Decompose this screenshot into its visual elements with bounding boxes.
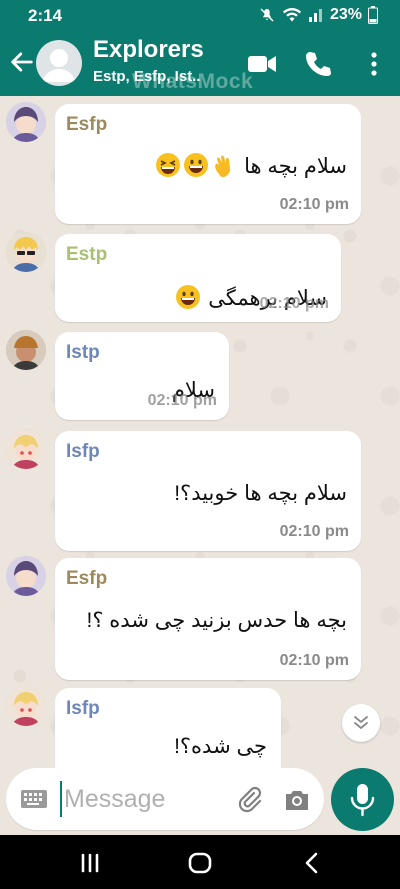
chat-header: Explorers Estp, Esfp, Ist.. WhatsMock: [0, 32, 400, 96]
avatar[interactable]: [6, 102, 46, 142]
back-nav-icon[interactable]: [298, 849, 326, 877]
battery-icon: [368, 6, 378, 24]
phone-call-icon[interactable]: [302, 48, 334, 80]
watermark: WhatsMock: [132, 70, 254, 93]
signal-icon: [308, 9, 322, 22]
avatar[interactable]: [6, 686, 46, 726]
message-bubble[interactable]: Esfp بچه ها حدس بزنید چی شده ؟! 02:10 pm: [55, 558, 361, 680]
chat-area[interactable]: Esfp سلام بچه ها 02:10 pm Estp سلام برهم…: [0, 96, 400, 768]
message-text-body: چی شده؟!: [174, 735, 267, 758]
message-text: سلام بچه ها خوبید؟!: [174, 481, 347, 506]
message-composer: [6, 768, 324, 830]
message-time: 02:10 pm: [259, 295, 329, 312]
system-nav-bar: [0, 835, 400, 889]
message-text: سلام بچه ها: [154, 152, 347, 179]
avatar[interactable]: [6, 429, 46, 469]
avatar[interactable]: [6, 330, 46, 370]
message-sender: Isfp: [66, 698, 100, 719]
waving-hand-emoji-icon: [215, 155, 231, 177]
message-bubble[interactable]: Isfp چی شده؟!: [55, 688, 281, 768]
wifi-icon: [282, 8, 302, 22]
chat-title[interactable]: Explorers: [93, 36, 204, 64]
message-text: چی شده؟!: [174, 734, 267, 759]
message-text-body: سلام بچه ها: [244, 155, 347, 178]
status-icons: 23%: [258, 6, 378, 24]
message-input[interactable]: [64, 780, 234, 818]
voice-message-button[interactable]: [331, 768, 394, 831]
laughing-emoji-icon: [156, 153, 181, 177]
video-call-icon[interactable]: [246, 48, 278, 80]
mic-icon: [350, 784, 375, 817]
scroll-to-bottom-button[interactable]: [342, 704, 380, 742]
home-icon[interactable]: [186, 849, 214, 877]
camera-icon[interactable]: [282, 785, 312, 815]
avatar[interactable]: [6, 232, 46, 272]
message-text-body: سلام بچه ها خوبید؟!: [174, 482, 347, 505]
message-sender: Estp: [66, 244, 108, 265]
group-avatar[interactable]: [36, 40, 82, 86]
recent-apps-icon[interactable]: [76, 849, 104, 877]
message-sender: Isfp: [66, 441, 100, 462]
message-sender: Esfp: [66, 568, 108, 589]
back-arrow-icon[interactable]: [8, 48, 36, 76]
grinning-emoji-icon: [184, 153, 209, 177]
grinning-emoji-icon: [176, 285, 201, 309]
message-bubble[interactable]: Esfp سلام بچه ها 02:10 pm: [55, 104, 361, 224]
message-bubble[interactable]: Estp سلام برهمگی 02:10 pm: [55, 234, 341, 322]
message-time: 02:10 pm: [279, 652, 349, 669]
mute-icon: [260, 8, 274, 22]
chevron-down-icon: [354, 716, 368, 729]
message-sender: Istp: [66, 342, 100, 363]
status-time: 2:14: [28, 6, 63, 25]
message-sender: Esfp: [66, 114, 108, 135]
avatar[interactable]: [6, 556, 46, 596]
more-options-icon[interactable]: [358, 48, 390, 80]
message-time: 02:10 pm: [147, 392, 217, 409]
message-bubble[interactable]: Isfp سلام بچه ها خوبید؟! 02:10 pm: [55, 431, 361, 551]
message-bubble[interactable]: Istp سلام 02:10 pm: [55, 332, 229, 420]
message-text: بچه ها حدس بزنید چی شده ؟!: [86, 608, 347, 633]
attach-icon[interactable]: [234, 785, 264, 815]
status-bar: 2:14 23%: [0, 0, 400, 32]
message-text-body: بچه ها حدس بزنید چی شده ؟!: [86, 609, 347, 632]
text-cursor: [60, 781, 62, 817]
message-time: 02:10 pm: [279, 523, 349, 540]
message-time: 02:10 pm: [279, 196, 349, 213]
keyboard-icon[interactable]: [20, 787, 48, 811]
battery-percent: 23%: [329, 6, 362, 23]
